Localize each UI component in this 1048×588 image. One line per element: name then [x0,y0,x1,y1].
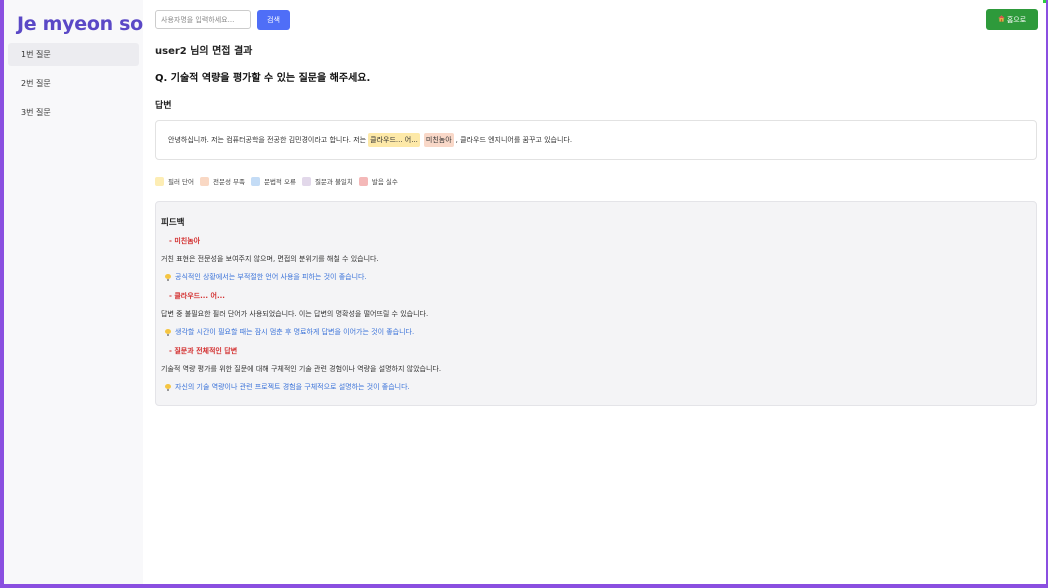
lightbulb-icon [165,383,171,391]
legend-label: 발음 실수 [371,178,398,186]
sidebar-item-question-2[interactable]: 2번 질문 [8,72,139,95]
highlight-filler-word: 클라우드... 어... [368,133,420,147]
answer-box: 안녕하십니까. 저는 컴퓨터공학을 전공한 김민경이라고 합니다. 저는 클라우… [155,120,1037,160]
feedback-tip-text: 생각할 시간이 필요할 때는 잠시 멈춘 후 명료하게 답변을 이어가는 것이 … [175,328,415,336]
legend-swatch [200,176,209,186]
feedback-tip: 생각할 시간이 필요할 때는 잠시 멈춘 후 명료하게 답변을 이어가는 것이 … [161,326,1031,338]
home-button[interactable]: 홈으로 [986,9,1038,30]
highlight-unprofessional: 미친놈아 [423,133,454,147]
lightbulb-icon [165,273,171,281]
feedback-issue: - 미친놈아 [169,237,201,245]
feedback-panel: 피드백 - 미친놈아 거친 표현은 전문성을 보여주지 않으며, 면접의 분위기… [155,201,1037,406]
legend-item-filler: 필러 단어 [155,176,194,186]
search-bar: 검색 [155,9,1037,30]
legend-label: 필러 단어 [168,178,194,186]
feedback-tip-text: 자신의 기술 역량이나 관련 프로젝트 경험을 구체적으로 설명하는 것이 좋습… [175,383,410,391]
legend-swatch [301,176,311,186]
sidebar: Je myeon so 1번 질문 2번 질문 3번 질문 [4,0,143,584]
legend-item-mismatch: 질문과 불일치 [301,176,353,186]
page-title: user2 님의 면접 결과 [155,46,253,57]
highlight-legend: 필러 단어 전문성 부족 문법적 오류 질문과 불일치 발음 실수 [155,174,1037,188]
feedback-title: 피드백 [161,218,185,228]
sidebar-item-question-3[interactable]: 3번 질문 [8,101,139,124]
feedback-description: 답변 중 불필요한 필러 단어가 사용되었습니다. 이는 답변의 명확성을 떨어… [161,310,429,318]
legend-label: 문법적 오류 [263,178,296,186]
lightbulb-icon [165,328,171,336]
feedback-issue: - 클라우드... 어... [169,292,225,300]
legend-swatch [358,176,368,186]
question-list: 1번 질문 2번 질문 3번 질문 [4,43,143,124]
house-icon [998,15,1005,24]
legend-swatch [155,176,164,186]
answer-heading: 답변 [155,101,172,111]
legend-label: 전문성 부족 [213,178,245,186]
feedback-issue: - 질문과 전체적인 답변 [169,347,238,355]
home-button-label: 홈으로 [1006,15,1027,24]
legend-swatch [250,176,260,186]
feedback-tip: 자신의 기술 역량이나 관련 프로젝트 경험을 구체적으로 설명하는 것이 좋습… [161,381,1031,393]
feedback-description: 기술적 역량 평가를 위한 질문에 대해 구체적인 기술 관련 경험이나 역량을… [161,365,442,373]
question-text: Q. 기술적 역량을 평가할 수 있는 질문을 해주세요. [155,73,371,84]
legend-item-unprofessional: 전문성 부족 [200,176,245,186]
feedback-tip-text: 공식적인 상황에서는 부적절한 언어 사용을 피하는 것이 좋습니다. [175,273,367,281]
legend-label: 질문과 불일치 [314,178,353,186]
answer-text-part1: 안녕하십니까. 저는 컴퓨터공학을 전공한 김민경이라고 합니다. 저는 [168,136,367,144]
app-frame: Je myeon so 1번 질문 2번 질문 3번 질문 검색 홈으로 use… [0,0,1048,588]
legend-item-grammar: 문법적 오류 [250,176,296,186]
main-content: 검색 홈으로 user2 님의 면접 결과 Q. 기술적 역량을 평가할 수 있… [143,0,1048,584]
legend-item-pronunciation: 발음 실수 [358,176,398,186]
search-button[interactable]: 검색 [257,9,290,30]
feedback-tip: 공식적인 상황에서는 부적절한 언어 사용을 피하는 것이 좋습니다. [161,271,1031,283]
sidebar-item-question-1[interactable]: 1번 질문 [8,43,139,66]
app-logo[interactable]: Je myeon so [4,10,143,38]
feedback-description: 거친 표현은 전문성을 보여주지 않으며, 면접의 분위기를 해칠 수 있습니다… [161,255,379,263]
search-input[interactable] [155,10,251,29]
answer-text-part2: , 클라우드 엔지니어를 꿈꾸고 있습니다. [455,136,573,144]
